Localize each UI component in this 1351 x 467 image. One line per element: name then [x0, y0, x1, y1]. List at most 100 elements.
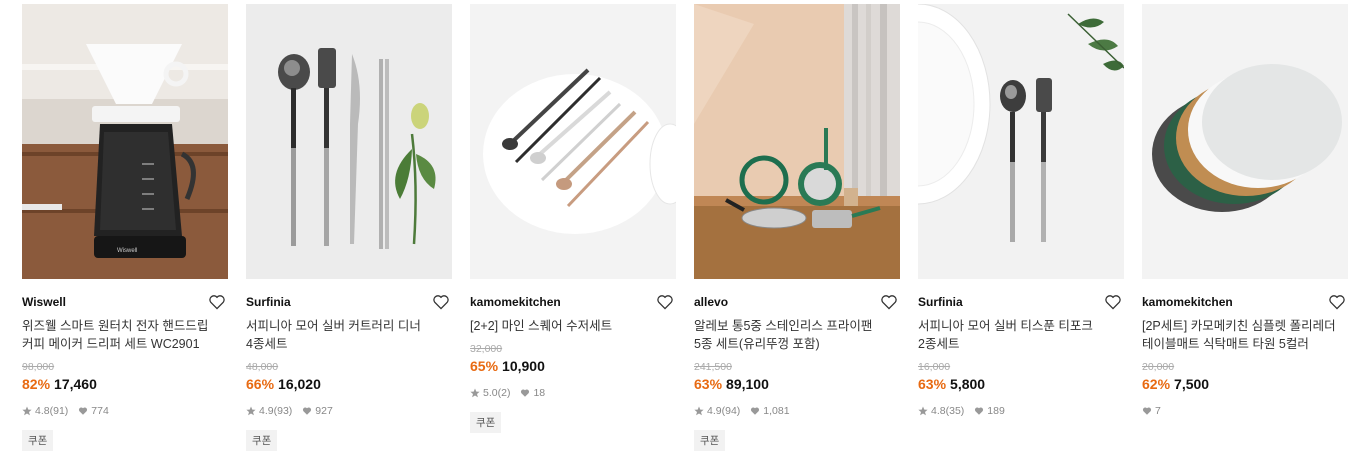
- heart-filled-icon: [1142, 407, 1152, 415]
- product-title[interactable]: [2+2] 마인 스퀘어 수저세트: [470, 317, 676, 335]
- like-count: 1,081: [763, 405, 790, 417]
- heart-filled-icon: [751, 407, 760, 415]
- star-icon: [918, 406, 928, 416]
- product-image[interactable]: [694, 4, 900, 279]
- product-image[interactable]: [918, 4, 1124, 279]
- product-image[interactable]: [246, 4, 452, 279]
- product-image[interactable]: Wiswell: [22, 4, 228, 279]
- brand-name[interactable]: kamomekitchen: [1142, 295, 1233, 309]
- like-count: 7: [1155, 405, 1161, 417]
- original-price: 32,000: [470, 343, 503, 355]
- sale-price: 7,500: [1174, 376, 1210, 392]
- title-line-2: 2종세트: [918, 337, 960, 351]
- heart-outline-icon[interactable]: [880, 294, 898, 310]
- price-row: 62% 7,500: [1142, 376, 1209, 392]
- product-image[interactable]: [470, 4, 676, 279]
- discount-rate: 65%: [470, 358, 499, 374]
- product-meta: 4.8 (91) 774: [22, 405, 109, 417]
- product-meta: 7: [1142, 405, 1161, 417]
- heart-outline-icon[interactable]: [1328, 294, 1346, 310]
- rating-value: 4.9: [707, 405, 722, 417]
- like-count: 774: [91, 405, 109, 417]
- original-price: 241,500: [694, 361, 732, 373]
- like-count: 18: [533, 387, 546, 399]
- review-count: (35): [945, 405, 965, 417]
- sale-price: 16,020: [278, 376, 321, 392]
- review-count: (94): [721, 405, 741, 417]
- title-line-2: 커피 메이커 드리퍼 세트 WC2901: [22, 337, 200, 351]
- product-grid: Wiswell Wiswell 위즈웰 스마트 원터치 전자 핸드드립 커피 메…: [0, 0, 1351, 467]
- sale-price: 17,460: [54, 376, 97, 392]
- title-line-2: 5종 세트(유리뚜껑 포함): [694, 337, 820, 351]
- rating-value: 4.9: [259, 405, 274, 417]
- sale-price: 10,900: [502, 358, 545, 374]
- sale-price: 5,800: [950, 376, 986, 392]
- product-image[interactable]: [1142, 4, 1348, 279]
- heart-outline-icon[interactable]: [656, 294, 674, 310]
- discount-rate: 66%: [246, 376, 275, 392]
- discount-rate: 63%: [694, 376, 723, 392]
- product-title[interactable]: 서피니아 모어 실버 티스푼 티포크 2종세트: [918, 317, 1124, 353]
- product-card[interactable]: Wiswell Wiswell 위즈웰 스마트 원터치 전자 핸드드립 커피 메…: [22, 4, 228, 464]
- review-count: (2): [497, 387, 511, 399]
- product-card[interactable]: allevo 알레보 통5중 스테인리스 프라이팬 5종 세트(유리뚜껑 포함)…: [694, 4, 900, 464]
- price-row: 63% 5,800: [918, 376, 985, 392]
- product-meta: 4.9 (94) 1,081: [694, 405, 790, 417]
- title-line-1: 서피니아 모어 실버 커트러리 디너: [246, 319, 421, 333]
- review-count: (91): [49, 405, 69, 417]
- star-icon: [470, 388, 480, 398]
- title-line-2: 테이블매트 식탁매트 타원 5컬러: [1142, 337, 1309, 351]
- product-card[interactable]: kamomekitchen [2P세트] 카모메키친 심플렛 폴리레더 테이블매…: [1142, 4, 1348, 464]
- title-line-1: [2+2] 마인 스퀘어 수저세트: [470, 319, 613, 333]
- brand-name[interactable]: Surfinia: [918, 295, 963, 309]
- brand-name[interactable]: allevo: [694, 295, 728, 309]
- title-line-1: 서피니아 모어 실버 티스푼 티포크: [918, 319, 1093, 333]
- product-meta: 5.0 (2) 18: [470, 387, 545, 399]
- rating-value: 4.8: [35, 405, 50, 417]
- product-title[interactable]: 서피니아 모어 실버 커트러리 디너 4종세트: [246, 317, 452, 353]
- price-row: 66% 16,020: [246, 376, 321, 392]
- rating-value: 5.0: [483, 387, 498, 399]
- coupon-badge: 쿠폰: [22, 430, 54, 451]
- product-title[interactable]: [2P세트] 카모메키친 심플렛 폴리레더 테이블매트 식탁매트 타원 5컬러: [1142, 317, 1348, 353]
- product-title[interactable]: 알레보 통5중 스테인리스 프라이팬 5종 세트(유리뚜껑 포함): [694, 317, 900, 353]
- star-icon: [22, 406, 32, 416]
- heart-filled-icon: [975, 407, 984, 415]
- image-logo-text: Wiswell: [117, 248, 137, 254]
- discount-rate: 62%: [1142, 376, 1171, 392]
- star-icon: [246, 406, 256, 416]
- review-count: (93): [273, 405, 293, 417]
- title-line-1: 위즈웰 스마트 원터치 전자 핸드드립: [22, 319, 209, 333]
- brand-name[interactable]: Surfinia: [246, 295, 291, 309]
- product-card[interactable]: Surfinia 서피니아 모어 실버 티스푼 티포크 2종세트 16,000 …: [918, 4, 1124, 464]
- heart-filled-icon: [79, 407, 88, 415]
- price-row: 63% 89,100: [694, 376, 769, 392]
- price-row: 82% 17,460: [22, 376, 97, 392]
- heart-filled-icon: [521, 389, 530, 397]
- brand-name[interactable]: kamomekitchen: [470, 295, 561, 309]
- product-card[interactable]: kamomekitchen [2+2] 마인 스퀘어 수저세트 32,000 6…: [470, 4, 676, 464]
- heart-filled-icon: [303, 407, 312, 415]
- product-card[interactable]: Surfinia 서피니아 모어 실버 커트러리 디너 4종세트 48,000 …: [246, 4, 452, 464]
- like-count: 927: [315, 405, 333, 417]
- sale-price: 89,100: [726, 376, 769, 392]
- product-title[interactable]: 위즈웰 스마트 원터치 전자 핸드드립 커피 메이커 드리퍼 세트 WC2901: [22, 317, 228, 353]
- coupon-badge: 쿠폰: [246, 430, 278, 451]
- coupon-badge: 쿠폰: [694, 430, 726, 451]
- heart-outline-icon[interactable]: [1104, 294, 1122, 310]
- original-price: 98,000: [22, 361, 55, 373]
- like-count: 189: [987, 405, 1005, 417]
- title-line-1: [2P세트] 카모메키친 심플렛 폴리레더: [1142, 319, 1336, 333]
- price-row: 65% 10,900: [470, 358, 545, 374]
- discount-rate: 82%: [22, 376, 51, 392]
- brand-name[interactable]: Wiswell: [22, 295, 66, 309]
- star-icon: [694, 406, 704, 416]
- original-price: 20,000: [1142, 361, 1175, 373]
- title-line-2: 4종세트: [246, 337, 288, 351]
- discount-rate: 63%: [918, 376, 947, 392]
- heart-outline-icon[interactable]: [208, 294, 226, 310]
- product-meta: 4.9 (93) 927: [246, 405, 333, 417]
- original-price: 16,000: [918, 361, 951, 373]
- heart-outline-icon[interactable]: [432, 294, 450, 310]
- product-meta: 4.8 (35) 189: [918, 405, 1005, 417]
